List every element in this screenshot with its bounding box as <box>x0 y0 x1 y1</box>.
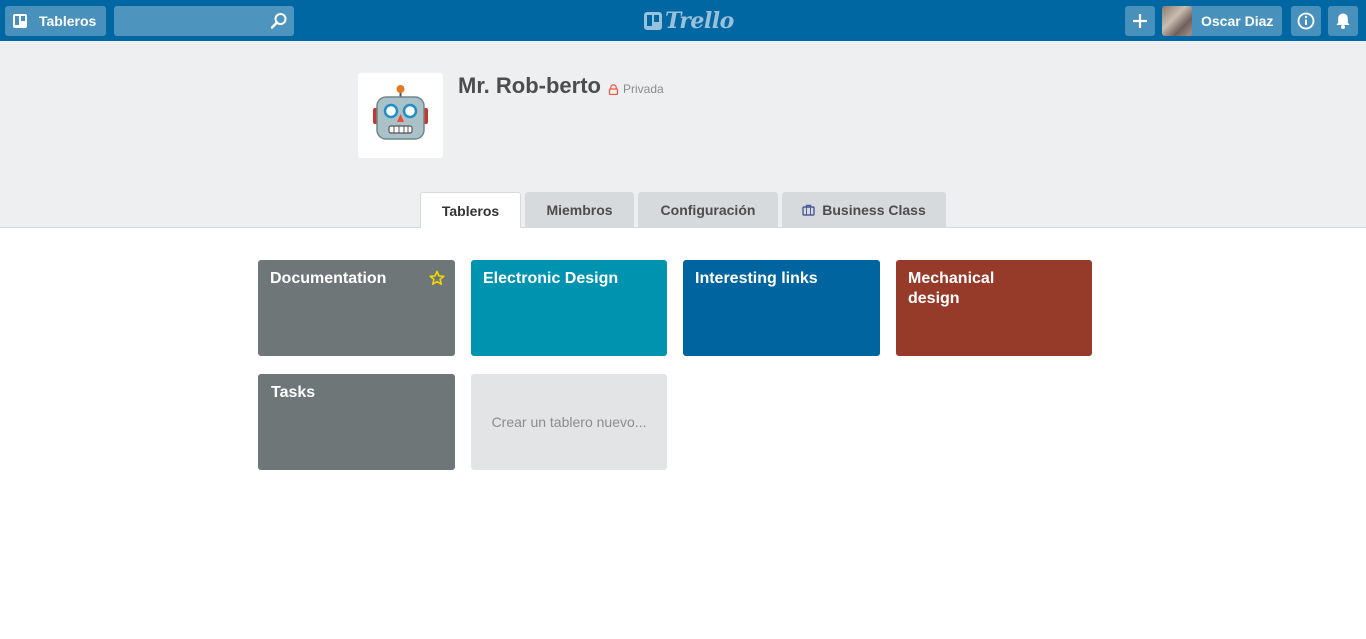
board-title: Tasks <box>271 384 316 401</box>
board-tile-interesting-links[interactable]: Interesting links <box>683 260 880 356</box>
top-bar: Tableros Trello Oscar Diaz <box>0 0 1366 41</box>
lock-icon <box>608 83 619 95</box>
boards-button-label: Tableros <box>39 13 97 29</box>
tab-settings[interactable]: Configuración <box>638 192 778 227</box>
board-title: Interesting links <box>695 270 818 287</box>
tab-members[interactable]: Miembros <box>525 192 634 227</box>
tab-label: Configuración <box>660 201 756 218</box>
tab-label: Business Class <box>822 201 926 218</box>
trello-logo-icon <box>644 12 662 30</box>
boards-icon <box>13 14 27 28</box>
star-icon[interactable] <box>429 270 445 286</box>
info-button[interactable] <box>1291 6 1321 36</box>
privacy-badge[interactable]: Privada <box>608 82 664 96</box>
team-header: Mr. Rob-berto Privada Tableros Miembros … <box>0 41 1366 228</box>
tab-label: Miembros <box>546 201 613 218</box>
tab-label: Tableros <box>441 202 500 219</box>
search-input[interactable] <box>114 6 294 36</box>
board-tile-tasks[interactable]: Tasks <box>258 374 455 470</box>
logo-text: Trello <box>665 8 734 34</box>
tab-business-class[interactable]: Business Class <box>782 192 946 227</box>
avatar <box>1162 6 1192 36</box>
team-logo[interactable] <box>358 73 443 158</box>
board-title: Documentation <box>270 270 387 287</box>
create-board-button[interactable]: Crear un tablero nuevo... <box>471 374 667 470</box>
board-title: Electronic Design <box>483 270 619 287</box>
briefcase-icon <box>802 204 815 216</box>
tab-boards[interactable]: Tableros <box>420 192 521 228</box>
boards-button[interactable]: Tableros <box>5 6 106 36</box>
user-menu-button[interactable]: Oscar Diaz <box>1162 6 1282 36</box>
privacy-label: Privada <box>623 82 664 96</box>
bell-icon <box>1336 13 1350 29</box>
create-board-label: Crear un tablero nuevo... <box>491 414 647 430</box>
info-icon <box>1297 12 1315 30</box>
team-name: Mr. Rob-berto <box>458 73 601 98</box>
plus-icon <box>1133 14 1147 28</box>
search-icon[interactable] <box>270 12 288 30</box>
board-tile-mechanical-design[interactable]: Mechanical design <box>896 260 1092 356</box>
add-button[interactable] <box>1125 6 1155 36</box>
board-tile-electronic-design[interactable]: Electronic Design <box>471 260 667 356</box>
notifications-button[interactable] <box>1328 6 1358 36</box>
trello-logo[interactable]: Trello <box>644 8 734 34</box>
board-title: Mechanical design <box>908 270 995 307</box>
user-name: Oscar Diaz <box>1201 13 1274 29</box>
robot-icon <box>373 85 428 140</box>
board-tile-documentation[interactable]: Documentation <box>258 260 455 356</box>
